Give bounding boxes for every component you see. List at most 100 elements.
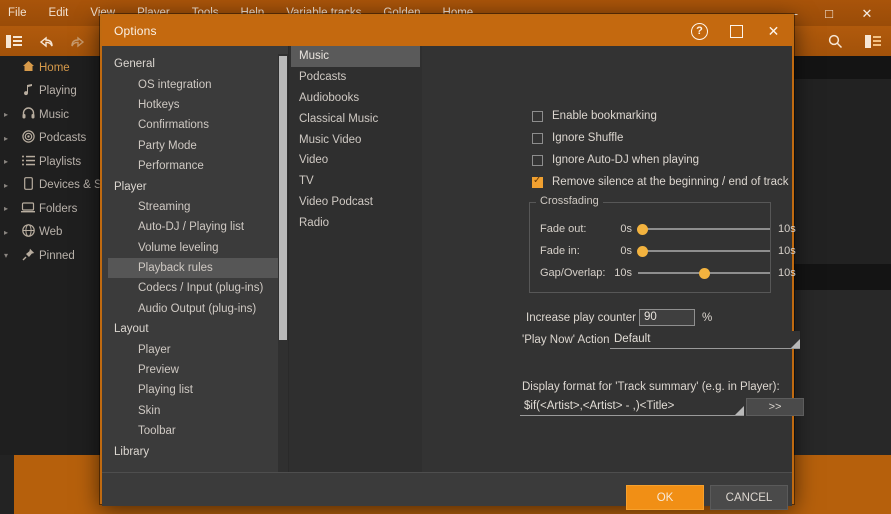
tree-item-label: Audio Output (plug-ins) [138, 303, 256, 315]
tree-item-label: Skin [138, 405, 160, 417]
tree-item-performance[interactable]: Performance [108, 156, 282, 176]
tree-item-layout[interactable]: Layout [108, 319, 282, 339]
slider-min: 10s [606, 267, 632, 279]
slider-track[interactable] [638, 228, 770, 230]
slider-track[interactable] [638, 272, 770, 274]
tree-item-label: Streaming [138, 201, 190, 213]
tree-item-auto-dj-playing-list[interactable]: Auto-DJ / Playing list [108, 217, 282, 237]
tree-item-preview[interactable]: Preview [108, 360, 282, 380]
tree-item-skin[interactable]: Skin [108, 401, 282, 421]
sidebar-item-label: Folders [39, 203, 77, 215]
slider-track[interactable] [638, 250, 770, 252]
tree-item-playback-rules[interactable]: Playback rules [108, 258, 282, 278]
settings-pane: Enable bookmarking Ignore Shuffle Ignore… [422, 46, 792, 472]
checkbox-label: Remove silence at the beginning / end of… [552, 176, 789, 188]
settings-tree[interactable]: GeneralOS integration Hotkeys Confirmation… [108, 54, 282, 472]
maximize-dialog-icon[interactable] [730, 25, 743, 38]
toolbar-right-group [828, 26, 881, 56]
tree-item-label: Playing list [138, 384, 193, 396]
play-now-action-label: 'Play Now' Action: [522, 334, 613, 346]
tree-item-label: Preview [138, 364, 179, 376]
category-item-video-podcast[interactable]: Video Podcast [291, 192, 420, 213]
chevron-right-icon[interactable]: ▸ [4, 228, 17, 237]
tree-item-party-mode[interactable]: Party Mode [108, 136, 282, 156]
slider-knob[interactable] [637, 224, 648, 235]
checkbox-box [532, 155, 543, 166]
chevron-right-icon[interactable]: ▸ [4, 157, 17, 166]
headphones-icon [17, 107, 39, 122]
tree-item-audio-output-plug-ins[interactable]: Audio Output (plug-ins) [108, 299, 282, 319]
play-counter-input[interactable]: 90 [639, 309, 695, 326]
help-icon[interactable]: ? [691, 23, 708, 40]
category-item-music-video[interactable]: Music Video [291, 129, 420, 150]
chevron-right-icon[interactable]: ▸ [4, 204, 17, 213]
chevron-right-icon[interactable]: ▸ [4, 134, 17, 143]
tree-item-label: Player [138, 344, 171, 356]
checkbox-remove-silence[interactable]: Remove silence at the beginning / end of… [532, 176, 789, 188]
checkbox-ignore-shuffle[interactable]: Ignore Shuffle [532, 132, 623, 144]
category-list[interactable]: MusicPodcastsAudiobooksClassical MusicMu… [288, 46, 422, 472]
tree-item-label: Codecs / Input (plug-ins) [138, 282, 263, 294]
close-icon[interactable]: ✕ [859, 7, 875, 20]
undo-icon[interactable] [38, 35, 54, 48]
chevron-right-icon[interactable]: ▸ [4, 181, 17, 190]
sidebar-item-label: Playlists [39, 156, 81, 168]
tree-item-playing-list[interactable]: Playing list [108, 380, 282, 400]
tree-item-hotkeys[interactable]: Hotkeys [108, 95, 282, 115]
tree-item-streaming[interactable]: Streaming [108, 197, 282, 217]
window-controls: — □ ✕ [783, 0, 887, 26]
category-item-label: Radio [299, 217, 329, 229]
checkbox-label: Ignore Shuffle [552, 132, 623, 144]
tree-item-os-integration[interactable]: OS integration [108, 74, 282, 94]
play-now-action-value: Default [614, 333, 650, 345]
chevron-down-icon[interactable]: ▾ [4, 251, 17, 260]
slider-fade-in[interactable]: Fade in: 0s 10s [540, 245, 796, 257]
maximize-icon[interactable]: □ [821, 7, 837, 20]
dialog-body: GeneralOS integration Hotkeys Confirmation… [102, 46, 792, 472]
redo-icon[interactable] [70, 35, 86, 48]
display-format-more-button[interactable]: >> [746, 398, 804, 416]
cancel-button[interactable]: CANCEL [710, 485, 788, 510]
play-now-action-select[interactable]: Default [610, 331, 800, 349]
tree-scrollbar-thumb[interactable] [279, 56, 287, 340]
slider-knob[interactable] [699, 268, 710, 279]
category-item-video[interactable]: Video [291, 150, 420, 171]
slider-fade-out[interactable]: Fade out: 0s 10s [540, 223, 796, 235]
chevron-right-icon[interactable]: ▸ [4, 110, 17, 119]
slider-gap-overlap[interactable]: Gap/Overlap: 10s 10s [540, 267, 796, 279]
category-item-classical-music[interactable]: Classical Music [291, 108, 420, 129]
library-icon[interactable] [6, 35, 22, 48]
tree-item-label: Auto-DJ / Playing list [138, 221, 244, 233]
close-dialog-icon[interactable]: ✕ [765, 24, 782, 38]
checkbox-ignore-autodj[interactable]: Ignore Auto-DJ when playing [532, 154, 699, 166]
category-item-radio[interactable]: Radio [291, 212, 420, 233]
tree-item-label: Player [114, 181, 147, 193]
category-item-music[interactable]: Music [291, 46, 420, 67]
display-format-value: $if(<Artist>,<Artist> - ,)<Title> [524, 400, 674, 412]
search-icon[interactable] [828, 34, 843, 49]
tree-item-toolbar[interactable]: Toolbar [108, 421, 282, 441]
tree-item-volume-leveling[interactable]: Volume leveling [108, 238, 282, 258]
sidebar-item-label: Playing [39, 85, 77, 97]
checkbox-enable-bookmarking[interactable]: Enable bookmarking [532, 110, 657, 122]
tree-item-codecs-input-plug-ins[interactable]: Codecs / Input (plug-ins) [108, 278, 282, 298]
tree-item-library[interactable]: Library [108, 441, 282, 461]
category-item-podcasts[interactable]: Podcasts [291, 67, 420, 88]
tree-item-player[interactable]: Player [108, 176, 282, 196]
layout-icon[interactable] [865, 35, 881, 48]
slider-max: 10s [778, 267, 796, 279]
display-format-input[interactable]: $if(<Artist>,<Artist> - ,)<Title> [520, 398, 744, 416]
tree-item-player[interactable]: Player [108, 339, 282, 359]
tree-item-label: Hotkeys [138, 99, 180, 111]
ok-button[interactable]: OK [626, 485, 704, 510]
phone-icon [17, 177, 39, 193]
menu-item-edit[interactable]: Edit [49, 7, 69, 19]
category-item-tv[interactable]: TV [291, 171, 420, 192]
menu-item-file[interactable]: File [8, 7, 27, 19]
slider-knob[interactable] [637, 246, 648, 257]
category-item-label: TV [299, 175, 314, 187]
tree-item-general[interactable]: General [108, 54, 282, 74]
slider-label: Fade in: [540, 245, 606, 257]
category-item-audiobooks[interactable]: Audiobooks [291, 88, 420, 109]
tree-item-confirmations[interactable]: Confirmations [108, 115, 282, 135]
